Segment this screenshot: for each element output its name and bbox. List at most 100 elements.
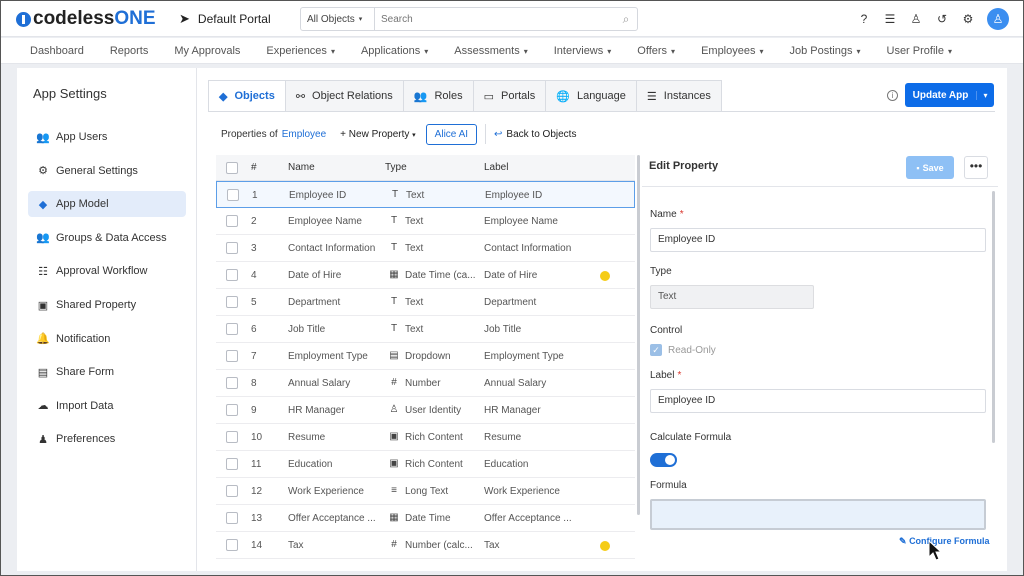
alice-ai-button[interactable]: Alice AI [425, 123, 478, 145]
database-icon[interactable]: ☰ [883, 12, 897, 26]
nav-item-interviews[interactable]: Interviews ▾ [554, 45, 612, 57]
panel-scrollbar[interactable] [992, 191, 995, 443]
nav-item-my-approvals[interactable]: My Approvals [174, 45, 240, 57]
tab-language[interactable]: 🌐 Language [546, 80, 637, 112]
header-type[interactable]: Type [385, 162, 407, 173]
row-checkbox[interactable] [226, 323, 238, 335]
table-row[interactable]: 4 Date of Hire ▦ Date Time (ca... Date of Hi… [216, 262, 635, 289]
property-type: Date Time [405, 513, 451, 524]
row-checkbox[interactable] [226, 431, 238, 443]
sidebar-item-notification[interactable]: 🔔 Notification [28, 326, 186, 352]
read-only-checkbox[interactable]: ✓ [650, 344, 662, 356]
sidebar-item-preferences[interactable]: ♟ Preferences [28, 426, 186, 452]
chevron-down-icon[interactable]: ▾ [976, 90, 994, 100]
tab-roles[interactable]: 👥 Roles [403, 80, 474, 112]
search-icon[interactable]: ⌕ [615, 12, 637, 27]
nav-item-assessments[interactable]: Assessments ▾ [454, 45, 527, 57]
table-row[interactable]: 11 Education ▣ Rich Content Education [216, 451, 635, 478]
table-row[interactable]: 7 Employment Type ▤ Dropdown Employment Type [216, 343, 635, 370]
history-icon[interactable]: ↺ [935, 12, 949, 26]
table-row[interactable]: 5 Department T Text Department [216, 289, 635, 316]
table-row[interactable]: 12 Work Experience ≡ Long Text Work Experien… [216, 478, 635, 505]
row-checkbox[interactable] [226, 242, 238, 254]
row-checkbox[interactable] [226, 269, 238, 281]
object-name-link[interactable]: Employee [282, 129, 326, 140]
sidebar-item-general-settings[interactable]: ⚙ General Settings [28, 158, 186, 184]
mouse-cursor-icon [928, 540, 943, 561]
nav-item-experiences[interactable]: Experiences ▾ [266, 45, 335, 57]
sidebar-item-app-users[interactable]: 👥 App Users [28, 124, 186, 150]
table-row[interactable]: 8 Annual Salary # Number Annual Salary [216, 370, 635, 397]
sidebar-item-import-data[interactable]: ☁ Import Data [28, 393, 186, 419]
row-checkbox[interactable] [227, 189, 239, 201]
nav-item-applications[interactable]: Applications ▾ [361, 45, 428, 57]
table-row[interactable]: 2 Employee Name T Text Employee Name [216, 208, 635, 235]
table-row[interactable]: 13 Offer Acceptance ... ▦ Date Time Offer Ac… [216, 505, 635, 532]
type-icon: ♙ [389, 404, 399, 415]
table-row[interactable]: 10 Resume ▣ Rich Content Resume [216, 424, 635, 451]
row-checkbox[interactable] [226, 215, 238, 227]
calc-formula-toggle[interactable] [650, 453, 677, 467]
sidebar-item-label: Share Form [56, 366, 115, 379]
row-checkbox[interactable] [226, 296, 238, 308]
nav-item-label: Assessments [454, 44, 520, 57]
row-checkbox[interactable] [226, 458, 238, 470]
sidebar-item-app-model[interactable]: ◆ App Model [28, 191, 186, 218]
nav-item-job-postings[interactable]: Job Postings ▾ [790, 45, 861, 57]
help-icon[interactable]: ? [857, 12, 871, 26]
header-label[interactable]: Label [484, 162, 508, 173]
tab-instances[interactable]: ☰ Instances [636, 80, 722, 112]
tab-portals[interactable]: ▭ Portals [473, 80, 547, 112]
table-row[interactable]: 9 HR Manager ♙ User Identity HR Manager [216, 397, 635, 424]
sidebar-item-approval-workflow[interactable]: ☷ Approval Workflow [28, 258, 186, 284]
logo[interactable]: codeless ONE [16, 8, 156, 30]
nav-item-reports[interactable]: Reports [110, 45, 149, 57]
row-checkbox[interactable] [226, 350, 238, 362]
info-icon[interactable]: i [887, 90, 898, 101]
formula-input[interactable] [650, 499, 986, 530]
nav-item-label: Employees [701, 44, 756, 57]
tab-objects[interactable]: ◆ Objects [208, 80, 286, 112]
chevron-down-icon: ▾ [759, 46, 764, 56]
nav-item-offers[interactable]: Offers ▾ [637, 45, 675, 57]
back-to-objects-button[interactable]: ↩ Back to Objects [494, 129, 576, 140]
sidebar-item-groups-data-access[interactable]: 👥 Groups & Data Access [28, 225, 186, 251]
name-input[interactable]: Employee ID [650, 228, 986, 252]
header-name[interactable]: Name [288, 162, 315, 173]
properties-of-label: Properties of [221, 128, 278, 140]
more-options-button[interactable]: ••• [964, 156, 988, 179]
nav-item-user-profile[interactable]: User Profile ▾ [887, 45, 952, 57]
add-user-icon[interactable]: ♙ [909, 12, 923, 26]
portal-switcher[interactable]: ➤ Default Portal [179, 11, 271, 27]
table-row[interactable]: 1 Employee ID T Text Employee ID [216, 181, 635, 208]
table-scrollbar[interactable] [637, 155, 640, 515]
row-checkbox[interactable] [226, 404, 238, 416]
property-label: Contact Information [484, 243, 572, 254]
users-icon: 👥 [36, 131, 50, 144]
row-checkbox[interactable] [226, 539, 238, 551]
table-row[interactable]: 14 Tax # Number (calc... Tax [216, 532, 635, 559]
sidebar-item-share-form[interactable]: ▤ Share Form [28, 359, 186, 385]
update-app-button[interactable]: Update App ▾ [905, 83, 994, 107]
gear-icon[interactable]: ⚙ [961, 12, 975, 26]
type-icon: T [391, 189, 399, 200]
table-row[interactable]: 6 Job Title T Text Job Title [216, 316, 635, 343]
table-row[interactable]: 3 Contact Information T Text Contact Informa… [216, 235, 635, 262]
row-checkbox[interactable] [226, 485, 238, 497]
label-input[interactable]: Employee ID [650, 389, 986, 413]
new-property-button[interactable]: + New Property ▾ [340, 129, 416, 140]
avatar[interactable]: ♙ [987, 8, 1009, 30]
chevron-down-icon: ▾ [523, 46, 528, 56]
row-checkbox[interactable] [226, 377, 238, 389]
sidebar-item-shared-property[interactable]: ▣ Shared Property [28, 292, 186, 318]
nav-item-employees[interactable]: Employees ▾ [701, 45, 763, 57]
configure-formula-link[interactable]: ✎ Configure Formula [899, 536, 990, 547]
row-checkbox[interactable] [226, 512, 238, 524]
row-number: 13 [251, 513, 263, 524]
select-all-checkbox[interactable] [226, 162, 238, 174]
search-input[interactable] [375, 8, 615, 30]
save-button[interactable]: ▪ Save [906, 156, 954, 179]
tab-object-relations[interactable]: ⚯ Object Relations [285, 80, 404, 112]
nav-item-dashboard[interactable]: Dashboard [30, 45, 84, 57]
search-scope-select[interactable]: All Objects ▾ [301, 8, 375, 30]
